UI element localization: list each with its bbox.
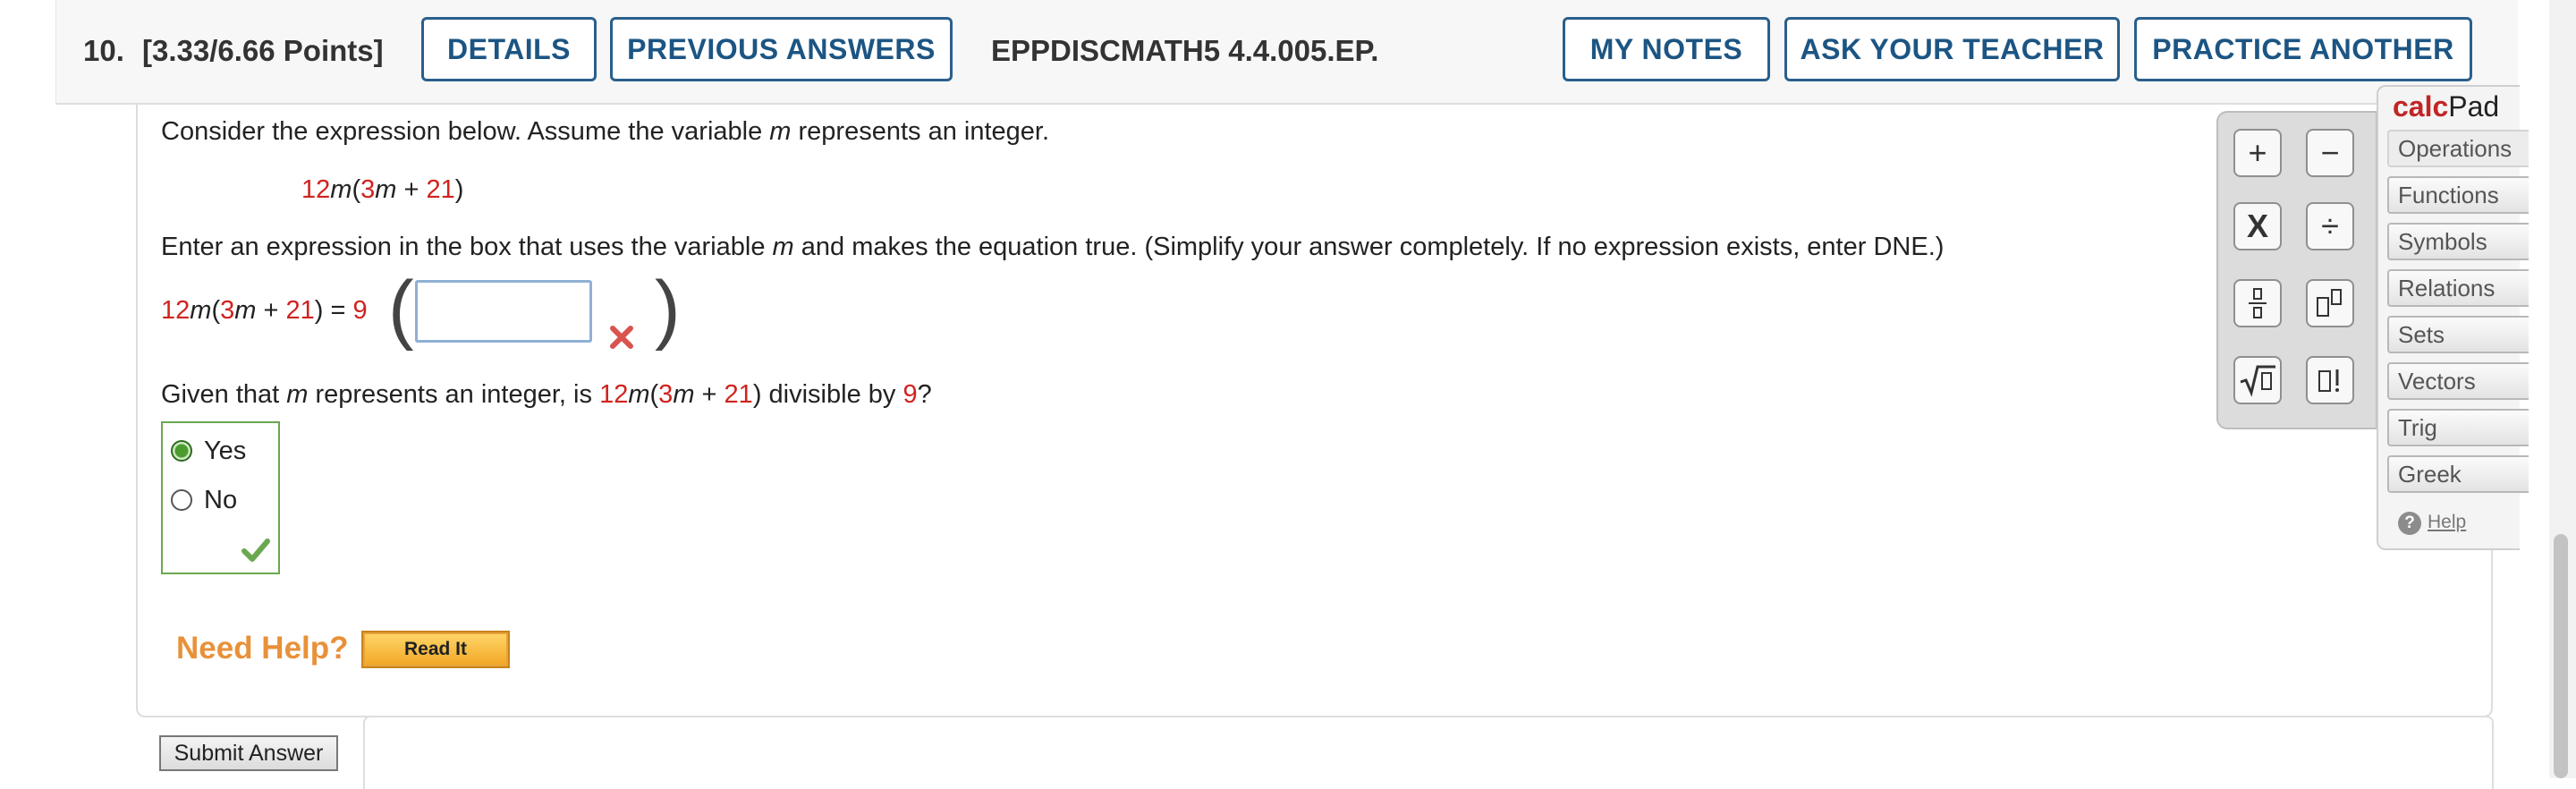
need-help-label: Need Help? [176, 631, 349, 666]
expression-display: 12m(3m + 21) [301, 175, 464, 204]
tab-symbols[interactable]: Symbols [2387, 223, 2529, 260]
multiply-button[interactable]: X [2233, 202, 2282, 250]
tab-sets[interactable]: Sets [2387, 316, 2529, 353]
plus-button[interactable]: + [2233, 129, 2282, 177]
close-paren: ) [655, 266, 681, 352]
calcpad-panel: calcPad Operations Functions Symbols Rel… [2377, 85, 2529, 550]
scrollbar-thumb[interactable] [2554, 534, 2568, 778]
answer-input[interactable] [415, 280, 592, 343]
equation-lhs: 12m(3m + 21) = 9 [161, 296, 368, 325]
divide-button[interactable]: ÷ [2306, 202, 2354, 250]
sqrt-button[interactable] [2233, 356, 2282, 404]
my-notes-button[interactable]: MY NOTES [1563, 17, 1770, 81]
tab-relations[interactable]: Relations [2387, 269, 2529, 307]
tab-operations[interactable]: Operations [2387, 130, 2529, 167]
radio-yes[interactable] [171, 440, 192, 462]
question-number: 10. [83, 34, 124, 67]
intro-text: Consider the expression below. Assume th… [161, 117, 1050, 146]
fraction-button[interactable] [2233, 279, 2282, 327]
exponent-button[interactable] [2306, 279, 2354, 327]
open-paren: ( [388, 266, 414, 352]
option-no-label: No [204, 486, 238, 514]
divisibility-question: Given that m represents an integer, is 1… [161, 380, 932, 409]
tab-functions[interactable]: Functions [2387, 176, 2529, 214]
question-points: [3.33/6.66 Points] [142, 34, 384, 67]
read-it-button[interactable]: Read It [361, 631, 510, 668]
question-card [136, 103, 2493, 717]
tab-vectors[interactable]: Vectors [2387, 362, 2529, 400]
details-button[interactable]: DETAILS [421, 17, 597, 81]
fraction-icon [2249, 288, 2267, 318]
option-yes-label: Yes [204, 437, 247, 465]
radio-no[interactable] [171, 489, 192, 511]
factorial-icon [2318, 369, 2339, 392]
practice-another-button[interactable]: PRACTICE ANOTHER [2134, 17, 2472, 81]
instruction-text: Enter an expression in the box that uses… [161, 233, 1945, 261]
tab-greek[interactable]: Greek [2387, 455, 2529, 493]
calcpad-keypad: + − X ÷ [2216, 111, 2377, 429]
incorrect-x-icon [610, 326, 633, 349]
ask-your-teacher-button[interactable]: ASK YOUR TEACHER [1784, 17, 2120, 81]
superscript-icon [2317, 289, 2342, 317]
calcpad-help-link[interactable]: Help [2428, 512, 2466, 533]
question-code: EPPDISCMATH5 4.4.005.EP. [991, 34, 1379, 67]
check-icon [242, 539, 270, 562]
tab-trig[interactable]: Trig [2387, 409, 2529, 446]
previous-answers-button[interactable]: PREVIOUS ANSWERS [610, 17, 953, 81]
help-icon[interactable]: ? [2398, 512, 2421, 535]
question-header: 10. [3.33/6.66 Points] DETAILS PREVIOUS … [55, 0, 2518, 105]
factorial-button[interactable] [2306, 356, 2354, 404]
submit-answer-button[interactable]: Submit Answer [159, 735, 338, 771]
multiple-choice-box: Yes No [161, 421, 280, 574]
calcpad-title: calcPad [2393, 90, 2500, 123]
minus-button[interactable]: − [2306, 129, 2354, 177]
square-root-icon [2240, 365, 2275, 397]
